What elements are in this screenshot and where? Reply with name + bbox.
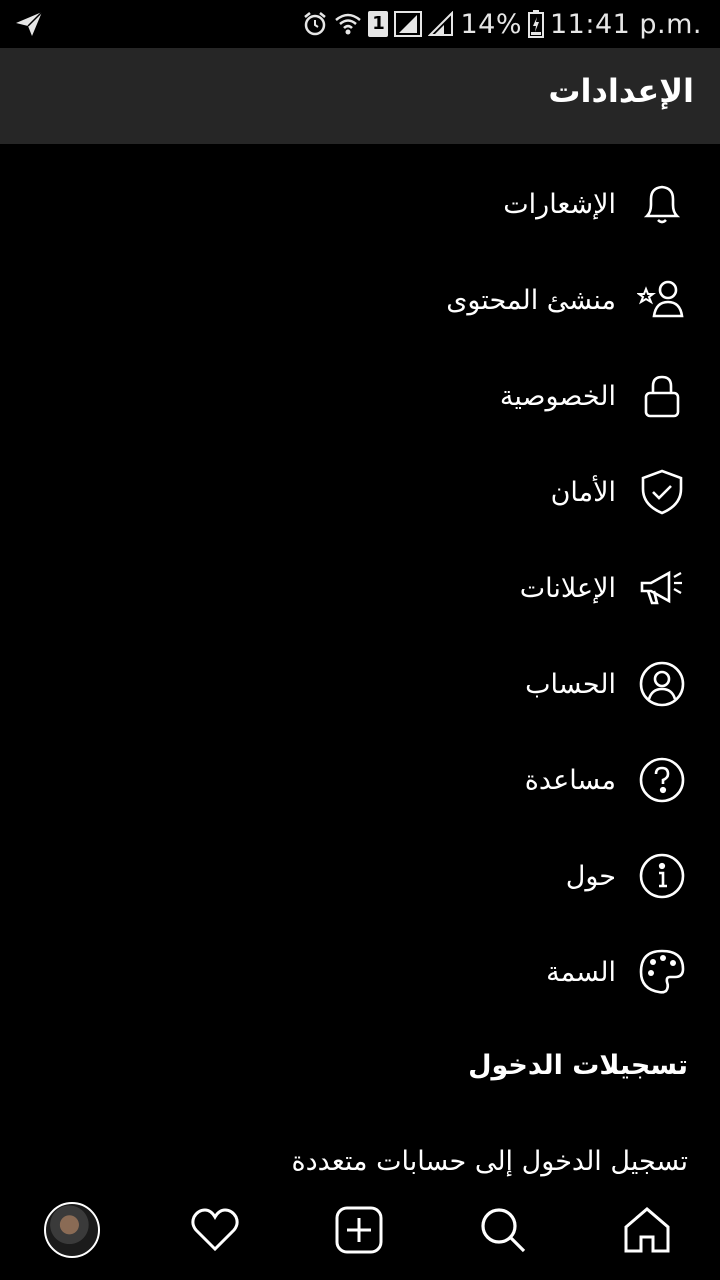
menu-item-security[interactable]: الأمان [0, 444, 720, 540]
telegram-send-icon [16, 11, 43, 36]
lock-icon [634, 368, 690, 424]
logins-section-title: تسجيلات الدخول [468, 1050, 688, 1081]
new-post-tab[interactable] [329, 1200, 389, 1260]
alarm-icon [304, 12, 327, 36]
wifi-icon [335, 13, 362, 35]
menu-item-label: السمة [546, 956, 616, 988]
menu-item-label: الإشعارات [503, 188, 616, 220]
menu-item-label: الإعلانات [519, 572, 616, 604]
creator-user-star-icon [634, 272, 690, 328]
menu-item-privacy[interactable]: الخصوصية [0, 348, 720, 444]
menu-item-notifications[interactable]: الإشعارات [0, 156, 720, 252]
palette-icon [634, 944, 690, 1000]
battery-percent: 14% [460, 8, 522, 40]
add-post-icon [335, 1206, 383, 1254]
search-tab[interactable] [473, 1200, 533, 1260]
menu-item-help[interactable]: مساعدة [0, 732, 720, 828]
search-icon [481, 1208, 526, 1253]
heart-icon [191, 1208, 239, 1252]
page-title: الإعدادات [548, 72, 694, 110]
menu-item-creator[interactable]: منشئ المحتوى [0, 252, 720, 348]
menu-item-theme[interactable]: السمة [0, 924, 720, 1020]
status-bar: 1 14% 11:41 p.m. [0, 0, 720, 48]
signal-icon [394, 11, 423, 37]
bottom-nav [0, 1180, 720, 1280]
menu-item-account[interactable]: الحساب [0, 636, 720, 732]
menu-item-ads[interactable]: الإعلانات [0, 540, 720, 636]
menu-item-label: الخصوصية [499, 380, 616, 412]
bell-icon [634, 176, 690, 232]
multi-account-login-link[interactable]: تسجيل الدخول إلى حسابات متعددة [292, 1146, 688, 1177]
menu-item-label: حول [565, 860, 616, 892]
activity-tab[interactable] [185, 1200, 245, 1260]
menu-item-label: منشئ المحتوى [446, 284, 616, 316]
account-circle-icon [634, 656, 690, 712]
menu-item-label: مساعدة [524, 764, 616, 796]
home-icon [624, 1207, 670, 1253]
shield-check-icon [634, 464, 690, 520]
menu-item-about[interactable]: حول [0, 828, 720, 924]
signal-icon [428, 11, 454, 36]
menu-item-label: الحساب [525, 668, 616, 700]
profile-tab[interactable] [42, 1200, 102, 1260]
battery-charging-icon [528, 10, 544, 38]
app-header: الإعدادات [0, 48, 720, 144]
home-tab[interactable] [617, 1200, 677, 1260]
megaphone-icon [634, 560, 690, 616]
clock: 11:41 p.m. [550, 8, 702, 40]
info-icon [634, 848, 690, 904]
avatar [44, 1202, 100, 1258]
sim-1-icon: 1 [368, 11, 389, 37]
help-icon [634, 752, 690, 808]
menu-item-label: الأمان [550, 476, 616, 508]
